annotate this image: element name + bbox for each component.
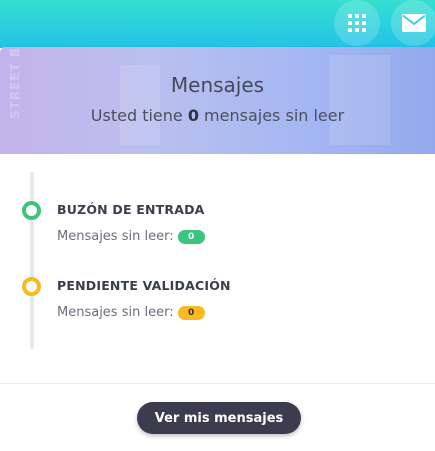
card-title: Mensajes	[170, 73, 265, 97]
subtitle-prefix: Usted tiene	[90, 106, 188, 125]
messages-card: STREET BAS Mensajes Usted tiene 0 mensaj…	[0, 47, 435, 451]
footer-divider	[0, 383, 435, 384]
timeline-dot-pending	[22, 277, 41, 296]
unread-label: Mensajes sin leer:	[57, 229, 174, 244]
unread-badge: 0	[177, 305, 205, 320]
timeline-title-inbox: BUZÓN DE ENTRADA	[57, 202, 205, 217]
timeline-dot-inbox	[22, 201, 41, 220]
unread-badge: 0	[177, 229, 205, 244]
timeline-line-inbox: Mensajes sin leer: 0	[57, 229, 205, 244]
apps-grid-icon	[348, 14, 366, 32]
unread-label: Mensajes sin leer:	[57, 305, 174, 320]
view-messages-button[interactable]: Ver mis mensajes	[137, 402, 301, 434]
mail-icon	[402, 14, 426, 32]
unread-count: 0	[187, 106, 199, 125]
apps-grid-button[interactable]	[334, 0, 380, 46]
card-subtitle: Usted tiene 0 mensajes sin leer	[0, 106, 435, 125]
timeline-title-pending: PENDIENTE VALIDACIÓN	[57, 278, 231, 293]
timeline-line-pending: Mensajes sin leer: 0	[57, 305, 205, 320]
subtitle-suffix: mensajes sin leer	[198, 106, 345, 125]
card-header: STREET BAS Mensajes Usted tiene 0 mensaj…	[0, 47, 435, 154]
messages-button[interactable]	[391, 0, 435, 46]
header-decoration	[330, 55, 390, 145]
top-bar	[0, 0, 435, 48]
timeline-line	[30, 172, 34, 349]
